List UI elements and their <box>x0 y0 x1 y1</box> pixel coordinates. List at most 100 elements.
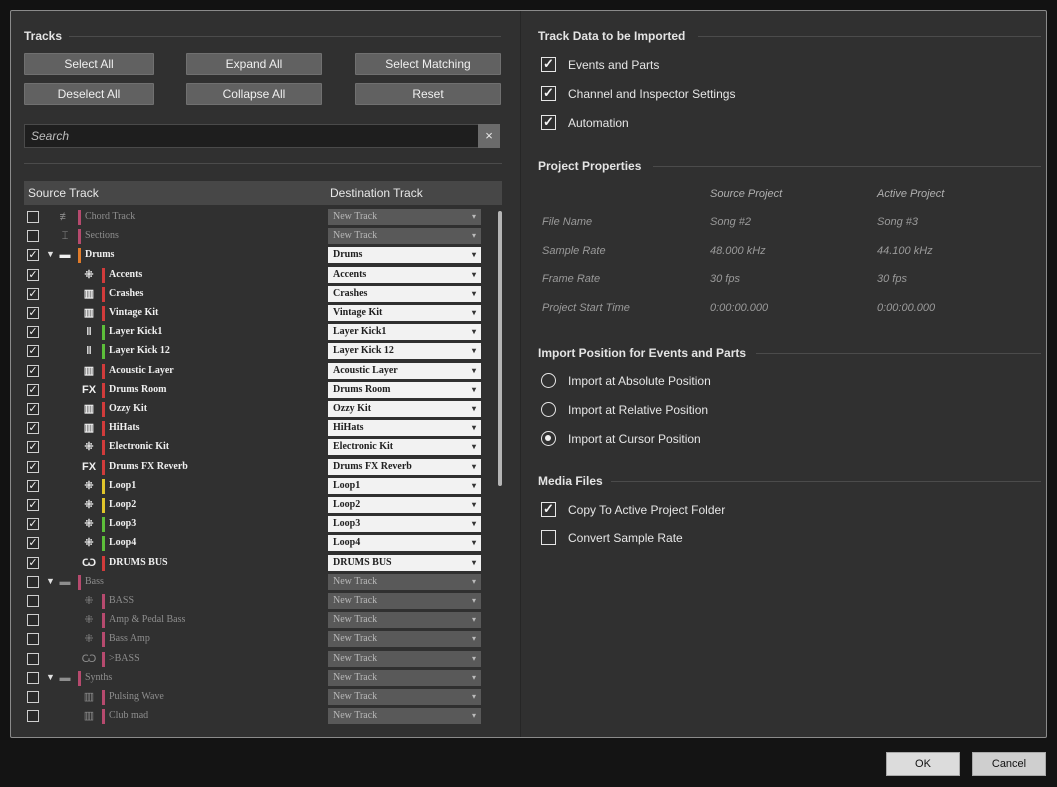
option-checkbox-row[interactable]: ✓ Channel and Inspector Settings <box>541 86 841 104</box>
clear-search-icon[interactable]: × <box>478 124 500 148</box>
destination-track-select[interactable]: Accents ▾ <box>328 266 481 283</box>
destination-track-select[interactable]: New Track ▾ <box>328 631 481 648</box>
option-checkbox[interactable]: ✓ <box>541 57 556 72</box>
track-row[interactable]: ⁜ Bass Amp New Track ▾ <box>11 630 521 649</box>
import-position-radio-row[interactable]: Import at Absolute Position <box>541 373 841 391</box>
track-row[interactable]: ✓ ‖ Layer Kick 12 Layer Kick 12 ▾ <box>11 342 521 361</box>
option-checkbox-row[interactable]: ✓ Automation <box>541 115 841 133</box>
track-row[interactable]: ✓ ▥ Crashes Crashes ▾ <box>11 285 521 304</box>
destination-track-select[interactable]: New Track ▾ <box>328 689 481 705</box>
track-checkbox[interactable]: ✓ <box>27 479 39 492</box>
option-checkbox-row[interactable]: ✓ Events and Parts <box>541 57 841 75</box>
destination-track-select[interactable]: Drums Room ▾ <box>328 381 481 398</box>
track-checkbox[interactable]: ✓ <box>27 556 39 569</box>
cancel-button[interactable]: Cancel <box>972 752 1046 776</box>
option-checkbox[interactable]: ✓ <box>541 502 556 517</box>
destination-track-select[interactable]: New Track ▾ <box>328 228 481 245</box>
destination-track-select[interactable]: Vintage Kit ▾ <box>328 305 481 321</box>
track-checkbox[interactable]: ✓ <box>27 326 39 339</box>
option-checkbox[interactable]: ✓ <box>541 86 556 101</box>
track-checkbox[interactable]: ✓ <box>27 287 39 300</box>
track-checkbox[interactable]: ✓ <box>27 460 39 473</box>
track-row[interactable]: ▥ Pulsing Wave New Track ▾ <box>11 688 521 707</box>
track-checkbox[interactable]: ✓ <box>27 403 39 415</box>
destination-track-select[interactable]: New Track ▾ <box>328 708 481 725</box>
track-checkbox[interactable]: ✓ <box>27 249 39 262</box>
track-row[interactable]: ✓ ⁜ Electronic Kit Electronic Kit ▾ <box>11 438 521 457</box>
destination-track-select[interactable]: Drums FX Reverb ▾ <box>328 458 481 475</box>
track-checkbox[interactable] <box>27 671 39 684</box>
reset-button[interactable]: Reset <box>355 83 501 105</box>
destination-track-select[interactable]: New Track ▾ <box>328 573 481 590</box>
track-row[interactable]: ✓ ▥ Acoustic Layer Acoustic Layer ▾ <box>11 362 521 381</box>
destination-track-select[interactable]: HiHats ▾ <box>328 420 481 437</box>
track-row[interactable]: Ѡ >BASS New Track ▾ <box>11 650 521 669</box>
track-checkbox[interactable]: ✓ <box>27 307 39 319</box>
track-row[interactable]: ✓ ▼ ▬ Drums Drums ▾ <box>11 246 521 265</box>
destination-track-select[interactable]: Ozzy Kit ▾ <box>328 401 481 417</box>
track-checkbox[interactable] <box>27 595 39 607</box>
track-checkbox[interactable]: ✓ <box>27 537 39 550</box>
option-checkbox-row[interactable]: ✓ Copy To Active Project Folder <box>541 502 841 520</box>
track-row[interactable]: ✓ ⁜ Loop2 Loop2 ▾ <box>11 496 521 515</box>
track-checkbox[interactable] <box>27 230 39 243</box>
deselect-all-button[interactable]: Deselect All <box>24 83 154 105</box>
track-checkbox[interactable] <box>27 575 39 588</box>
destination-track-select[interactable]: DRUMS BUS ▾ <box>328 554 481 571</box>
track-row[interactable]: ▼ ▬ Bass New Track ▾ <box>11 573 521 592</box>
expand-arrow-icon[interactable]: ▼ <box>46 672 55 682</box>
option-checkbox[interactable]: ✓ <box>541 115 556 130</box>
track-row[interactable]: ✓ ⁜ Loop1 Loop1 ▾ <box>11 477 521 496</box>
track-row[interactable]: ✓ ▥ Vintage Kit Vintage Kit ▾ <box>11 304 521 323</box>
track-row[interactable]: ✓ ‖ Layer Kick1 Layer Kick1 ▾ <box>11 323 521 342</box>
track-checkbox[interactable] <box>27 211 39 223</box>
destination-track-select[interactable]: Layer Kick 12 ▾ <box>328 343 481 360</box>
track-row[interactable]: ⁜ BASS New Track ▾ <box>11 592 521 611</box>
track-row[interactable]: ✓ ⁜ Accents Accents ▾ <box>11 266 521 285</box>
track-row[interactable]: ✓ Ѡ DRUMS BUS DRUMS BUS ▾ <box>11 554 521 573</box>
destination-track-select[interactable]: Loop3 ▾ <box>328 516 481 533</box>
track-row[interactable]: ⁜ Amp & Pedal Bass New Track ▾ <box>11 611 521 630</box>
select-matching-button[interactable]: Select Matching <box>355 53 501 75</box>
track-checkbox[interactable]: ✓ <box>27 441 39 454</box>
track-checkbox[interactable]: ✓ <box>27 345 39 358</box>
track-checkbox[interactable] <box>27 614 39 627</box>
destination-track-select[interactable]: New Track ▾ <box>328 209 481 225</box>
expand-arrow-icon[interactable]: ▼ <box>46 576 55 586</box>
track-checkbox[interactable] <box>27 691 39 703</box>
select-all-button[interactable]: Select All <box>24 53 154 75</box>
track-row[interactable]: ✓ ⁜ Loop4 Loop4 ▾ <box>11 534 521 553</box>
destination-track-select[interactable]: New Track ▾ <box>328 612 481 629</box>
destination-track-select[interactable]: Layer Kick1 ▾ <box>328 324 481 341</box>
destination-track-select[interactable]: New Track ▾ <box>328 650 481 667</box>
destination-track-select[interactable]: Loop2 ▾ <box>328 497 481 513</box>
track-checkbox[interactable] <box>27 652 39 665</box>
destination-track-select[interactable]: Electronic Kit ▾ <box>328 439 481 456</box>
option-checkbox-row[interactable]: Convert Sample Rate <box>541 530 841 548</box>
track-checkbox[interactable]: ✓ <box>27 518 39 531</box>
radio-button[interactable] <box>541 431 556 446</box>
track-checkbox[interactable]: ✓ <box>27 422 39 435</box>
track-checkbox[interactable] <box>27 710 39 723</box>
destination-track-select[interactable]: Acoustic Layer ▾ <box>328 362 481 379</box>
track-list-scrollbar[interactable] <box>498 211 502 486</box>
track-row[interactable]: ⌶ Sections New Track ▾ <box>11 227 521 246</box>
destination-track-select[interactable]: Loop4 ▾ <box>328 535 481 552</box>
expand-arrow-icon[interactable]: ▼ <box>46 249 55 259</box>
track-row[interactable]: ▥ Club mad New Track ▾ <box>11 707 521 726</box>
track-checkbox[interactable]: ✓ <box>27 499 39 511</box>
track-checkbox[interactable] <box>27 633 39 646</box>
expand-all-button[interactable]: Expand All <box>186 53 322 75</box>
radio-button[interactable] <box>541 402 556 417</box>
track-row[interactable]: ≢ Chord Track New Track ▾ <box>11 208 521 227</box>
track-checkbox[interactable]: ✓ <box>27 383 39 396</box>
import-position-radio-row[interactable]: Import at Cursor Position <box>541 431 841 449</box>
destination-track-select[interactable]: Crashes ▾ <box>328 285 481 302</box>
destination-track-select[interactable]: Loop1 ▾ <box>328 477 481 494</box>
track-row[interactable]: ▼ ▬ Synths New Track ▾ <box>11 669 521 688</box>
import-position-radio-row[interactable]: Import at Relative Position <box>541 402 841 420</box>
track-row[interactable]: ✓ ▥ Ozzy Kit Ozzy Kit ▾ <box>11 400 521 419</box>
option-checkbox[interactable] <box>541 530 556 545</box>
destination-track-select[interactable]: New Track ▾ <box>328 593 481 609</box>
track-row[interactable]: ✓ ⁜ Loop3 Loop3 ▾ <box>11 515 521 534</box>
